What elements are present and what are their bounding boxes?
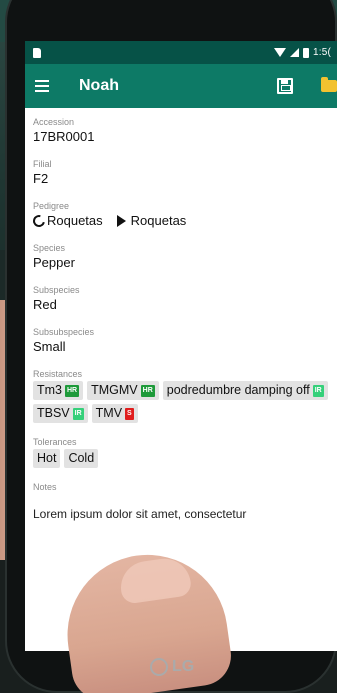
resistance-badge: HR	[65, 384, 80, 397]
field-pedigree: Pedigree Roquetas Roquetas	[30, 200, 329, 229]
save-icon[interactable]	[277, 78, 293, 94]
resistance-badge: S	[125, 407, 134, 420]
resistance-chip[interactable]: Tm3 HR	[33, 381, 84, 400]
female-parent-icon	[30, 212, 48, 229]
resistance-chips: Tm3 HR TMGMV HR podredumbre damping off …	[33, 381, 329, 423]
brand-text: LG	[172, 658, 195, 675]
subspecies-value: Red	[33, 297, 57, 312]
signal-icon	[289, 48, 299, 57]
detail-content[interactable]: Accession 17BR0001 Filial F2 Pedigree Ro…	[25, 108, 337, 616]
menu-icon[interactable]	[35, 80, 55, 92]
field-label: Notes	[33, 482, 57, 492]
field-label: Tolerances	[33, 437, 77, 447]
lg-logo-icon	[150, 658, 168, 676]
field-filial: Filial F2	[33, 158, 329, 187]
phone-screen: 1:5( Noah Accession 17BR0001 Filial F2 P…	[25, 41, 337, 651]
field-label: Resistances	[33, 369, 83, 379]
tolerance-chips: Hot Cold	[33, 449, 329, 468]
resistance-badge: IR	[312, 384, 324, 397]
pedigree-female[interactable]: Roquetas	[47, 212, 103, 229]
field-species: Species Pepper	[33, 242, 329, 271]
field-resistances: Resistances Tm3 HR TMGMV HR podredumbre …	[33, 368, 329, 423]
field-label: Pedigree	[33, 201, 70, 211]
field-label: Filial	[33, 159, 52, 169]
pedigree-male[interactable]: Roquetas	[131, 212, 187, 229]
accession-value: 17BR0001	[33, 129, 95, 144]
field-label: Subsubspecies	[33, 327, 95, 337]
tolerance-chip[interactable]: Cold	[64, 449, 99, 468]
field-label: Accession	[33, 117, 75, 127]
field-tolerances: Tolerances Hot Cold	[33, 436, 329, 468]
app-bar: Noah	[25, 64, 337, 108]
male-parent-icon	[116, 214, 126, 227]
resistance-badge: HR	[140, 384, 155, 397]
field-label: Subspecies	[33, 285, 80, 295]
brand-logo: LG	[150, 658, 194, 676]
resistance-chip[interactable]: TBSV IR	[33, 404, 88, 423]
field-accession: Accession 17BR0001	[33, 116, 329, 145]
folder-icon[interactable]	[321, 77, 337, 92]
field-subsubspecies: Subsubspecies Small	[33, 326, 329, 355]
app-title: Noah	[79, 77, 119, 94]
status-bar: 1:5(	[25, 41, 337, 64]
resistance-chip[interactable]: TMGMV HR	[87, 381, 159, 400]
resistance-chip[interactable]: TMV S	[91, 404, 138, 423]
filial-value: F2	[33, 171, 49, 186]
wifi-icon	[273, 48, 286, 57]
sim-card-icon	[33, 47, 41, 58]
battery-icon	[302, 47, 309, 58]
resistance-badge: IR	[72, 407, 84, 420]
resistance-chip[interactable]: podredumbre damping off IR	[162, 381, 328, 400]
tolerance-chip[interactable]: Hot	[33, 449, 61, 468]
field-subspecies: Subspecies Red	[33, 284, 329, 313]
subsubspecies-value: Small	[33, 339, 66, 354]
field-label: Species	[33, 243, 66, 253]
species-value: Pepper	[33, 255, 75, 270]
field-notes: Notes Lorem ipsum dolor sit amet, consec…	[33, 481, 329, 521]
status-time: 1:5(	[312, 47, 331, 58]
notes-value: Lorem ipsum dolor sit amet, consectetur	[33, 507, 247, 521]
